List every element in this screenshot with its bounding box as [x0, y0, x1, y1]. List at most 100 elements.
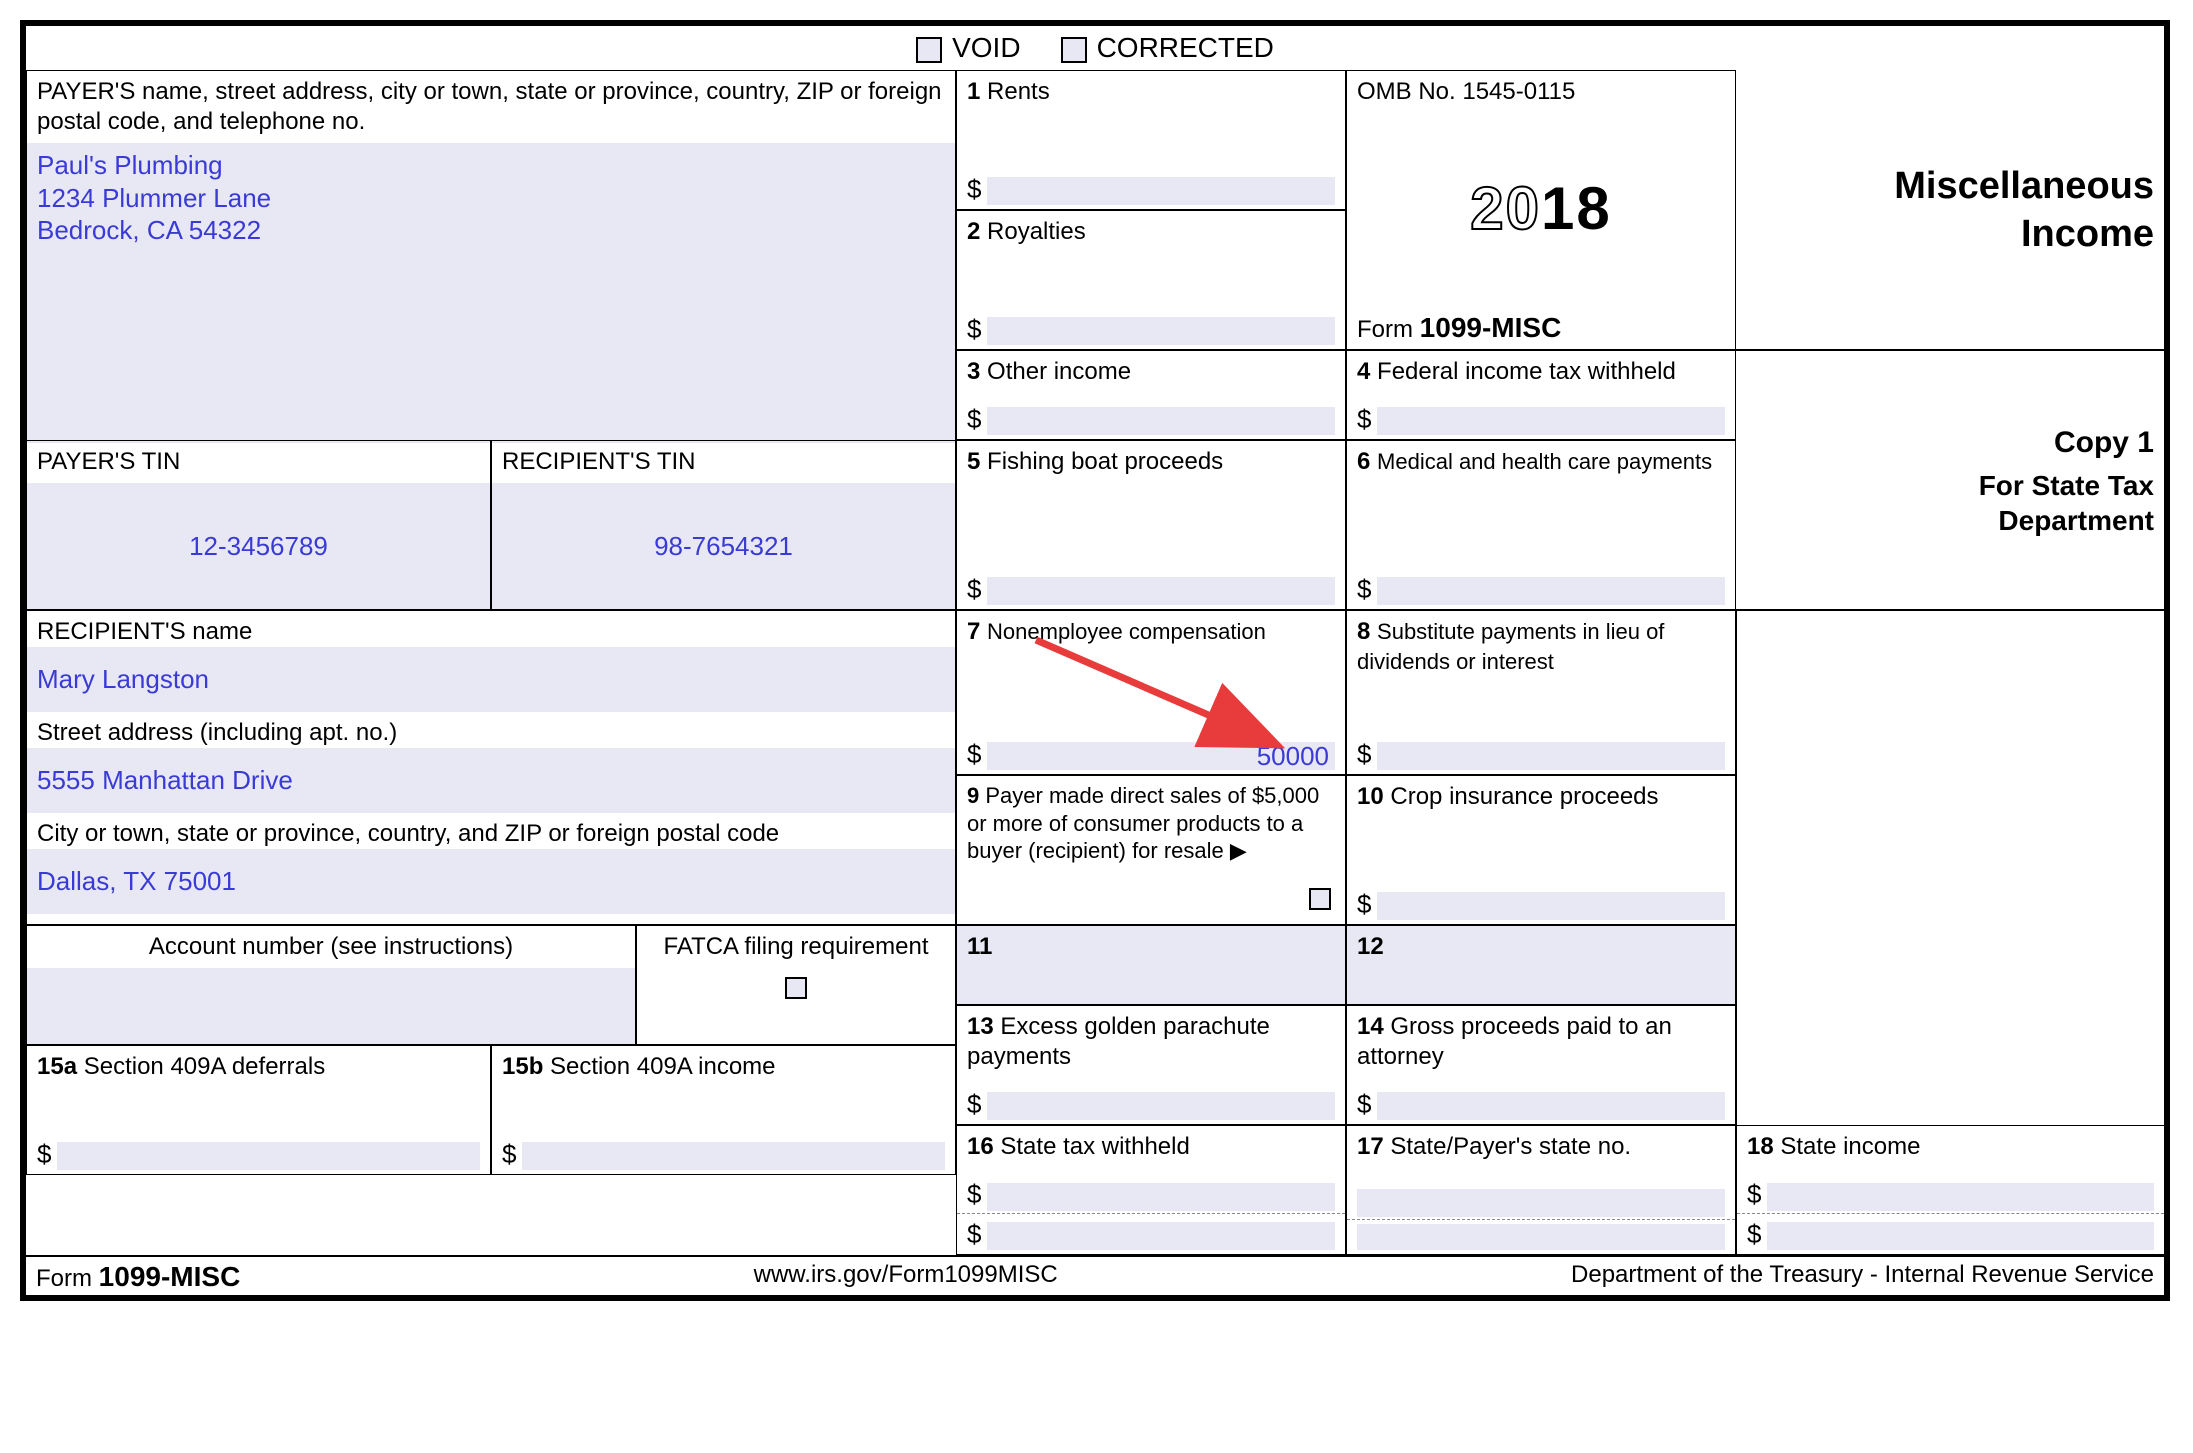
form-number: 1099-MISC [1420, 312, 1562, 343]
box-5: 5 Fishing boat proceeds $ [956, 440, 1346, 610]
box-5-label: Fishing boat proceeds [987, 448, 1223, 475]
payer-name[interactable]: Paul's Plumbing [37, 149, 945, 182]
box-13: 13 Excess golden parachute payments $ [956, 1005, 1346, 1125]
footer-url: www.irs.gov/Form1099MISC [754, 1261, 1058, 1293]
footer-dept: Department of the Treasury - Internal Re… [1571, 1261, 2154, 1293]
box-15a-value[interactable] [57, 1142, 480, 1170]
box-13-value[interactable] [987, 1092, 1335, 1120]
payer-label: PAYER'S name, street address, city or to… [37, 77, 945, 137]
box-6-label: Medical and health care payments [1377, 449, 1712, 474]
box-5-value[interactable] [987, 577, 1335, 605]
payer-tin-label: PAYER'S TIN [37, 447, 480, 477]
for-state-2: Department [1746, 503, 2154, 538]
box-8-label: Substitute payments in lieu of dividends… [1357, 619, 1664, 674]
payer-addr2[interactable]: Bedrock, CA 54322 [37, 214, 945, 247]
box-18: 18 State income $ $ [1736, 1125, 2164, 1255]
box-18-value-2[interactable] [1767, 1222, 2154, 1250]
tax-year: 2018 [1470, 171, 1612, 246]
omb-number: OMB No. 1545-0115 [1357, 77, 1575, 107]
corrected-checkbox[interactable] [1061, 37, 1087, 63]
box-9-checkbox[interactable] [1309, 888, 1331, 910]
box-9: 9 Payer made direct sales of $5,000 or m… [956, 775, 1346, 925]
fatca-checkbox[interactable] [785, 977, 807, 999]
box-7-value[interactable]: 50000 [987, 742, 1335, 770]
box-18-label: State income [1780, 1133, 1920, 1160]
void-label: VOID [952, 32, 1020, 63]
box-15a-label: Section 409A deferrals [84, 1053, 326, 1080]
void-option: VOID [916, 32, 1020, 64]
account-number-label: Account number (see instructions) [37, 932, 625, 962]
fatca-cell: FATCA filing requirement [636, 925, 956, 1045]
box-10: 10 Crop insurance proceeds $ [1346, 775, 1736, 925]
recipient-name-label: RECIPIENT'S name [27, 611, 955, 647]
box-2: 2 Royalties $ [956, 210, 1346, 350]
box-2-value[interactable] [987, 317, 1335, 345]
box-16-label: State tax withheld [1000, 1133, 1189, 1160]
box-11: 11 [956, 925, 1346, 1005]
box-15a: 15a Section 409A deferrals $ [26, 1045, 491, 1175]
box-3-value[interactable] [987, 407, 1335, 435]
box-16-value-2[interactable] [987, 1222, 1335, 1250]
copy-block: Copy 1 For State Tax Department [1736, 350, 2164, 610]
box-2-label: Royalties [987, 218, 1086, 245]
box-17-value-2[interactable] [1357, 1224, 1725, 1251]
meta-block: OMB No. 1545-0115 2018 Form 1099-MISC [1346, 70, 1736, 350]
box-16-value-1[interactable] [987, 1183, 1335, 1211]
box-9-label: Payer made direct sales of $5,000 or mor… [967, 783, 1319, 863]
for-state-1: For State Tax [1746, 468, 2154, 503]
box-12: 12 [1346, 925, 1736, 1005]
box-3-label: Other income [987, 358, 1131, 385]
box-10-value[interactable] [1377, 892, 1725, 920]
copy-label: Copy 1 [1746, 424, 2154, 462]
corrected-label: CORRECTED [1097, 32, 1274, 63]
recipient-name[interactable]: Mary Langston [37, 664, 209, 694]
form-title-block: Miscellaneous Income [1736, 70, 2164, 350]
corrected-option: CORRECTED [1061, 32, 1274, 64]
box-4-value[interactable] [1377, 407, 1725, 435]
box-1: 1 Rents $ [956, 70, 1346, 210]
box-18-value-1[interactable] [1767, 1183, 2154, 1211]
form-label: Form [1357, 316, 1413, 343]
box-6: 6 Medical and health care payments $ [1346, 440, 1736, 610]
fatca-label: FATCA filing requirement [664, 932, 929, 962]
box-3: 3 Other income $ [956, 350, 1346, 440]
recipient-city-label: City or town, state or province, country… [27, 813, 955, 849]
recipient-tin-label: RECIPIENT'S TIN [502, 447, 945, 477]
box-7: 7 Nonemployee compensation $50000 [956, 610, 1346, 775]
box-14-value[interactable] [1377, 1092, 1725, 1120]
footer-form: Form 1099-MISC [36, 1261, 240, 1293]
box-13-label: Excess golden parachute payments [967, 1013, 1270, 1070]
title-line2: Income [1746, 211, 2154, 259]
box-15b-value[interactable] [522, 1142, 945, 1170]
box-8-value[interactable] [1377, 742, 1725, 770]
payer-addr1[interactable]: 1234 Plummer Lane [37, 182, 945, 215]
void-checkbox[interactable] [916, 37, 942, 63]
box-6-value[interactable] [1377, 577, 1725, 605]
recipient-city[interactable]: Dallas, TX 75001 [37, 866, 236, 896]
topbar: VOID CORRECTED [26, 26, 2164, 70]
form-1099-misc: VOID CORRECTED PAYER'S name, street addr… [20, 20, 2170, 1301]
box-17: 17 State/Payer's state no. [1346, 1125, 1736, 1255]
recipient-tin[interactable]: 98-7654321 [654, 530, 793, 563]
box-8: 8 Substitute payments in lieu of dividen… [1346, 610, 1736, 775]
box-16: 16 State tax withheld $ $ [956, 1125, 1346, 1255]
payer-tin[interactable]: 12-3456789 [189, 530, 328, 563]
box-14-label: Gross proceeds paid to an attorney [1357, 1013, 1672, 1070]
box-4-label: Federal income tax withheld [1377, 358, 1676, 385]
box-1-value[interactable] [987, 177, 1335, 205]
recipient-tin-cell: RECIPIENT'S TIN 98-7654321 [491, 440, 956, 610]
payer-block: PAYER'S name, street address, city or to… [26, 70, 956, 440]
box-4: 4 Federal income tax withheld $ [1346, 350, 1736, 440]
footer: Form 1099-MISC www.irs.gov/Form1099MISC … [26, 1255, 2164, 1295]
box-17-value-1[interactable] [1357, 1189, 1725, 1217]
box-10-label: Crop insurance proceeds [1390, 783, 1658, 810]
box-7-label: Nonemployee compensation [987, 619, 1266, 644]
box-15b: 15b Section 409A income $ [491, 1045, 956, 1175]
right-blank [1736, 610, 2164, 1125]
box-14: 14 Gross proceeds paid to an attorney $ [1346, 1005, 1736, 1125]
recipient-street[interactable]: 5555 Manhattan Drive [37, 765, 293, 795]
box-17-label: State/Payer's state no. [1390, 1133, 1631, 1160]
title-line1: Miscellaneous [1746, 163, 2154, 211]
box-15b-label: Section 409A income [550, 1053, 775, 1080]
box-1-label: Rents [987, 78, 1050, 105]
